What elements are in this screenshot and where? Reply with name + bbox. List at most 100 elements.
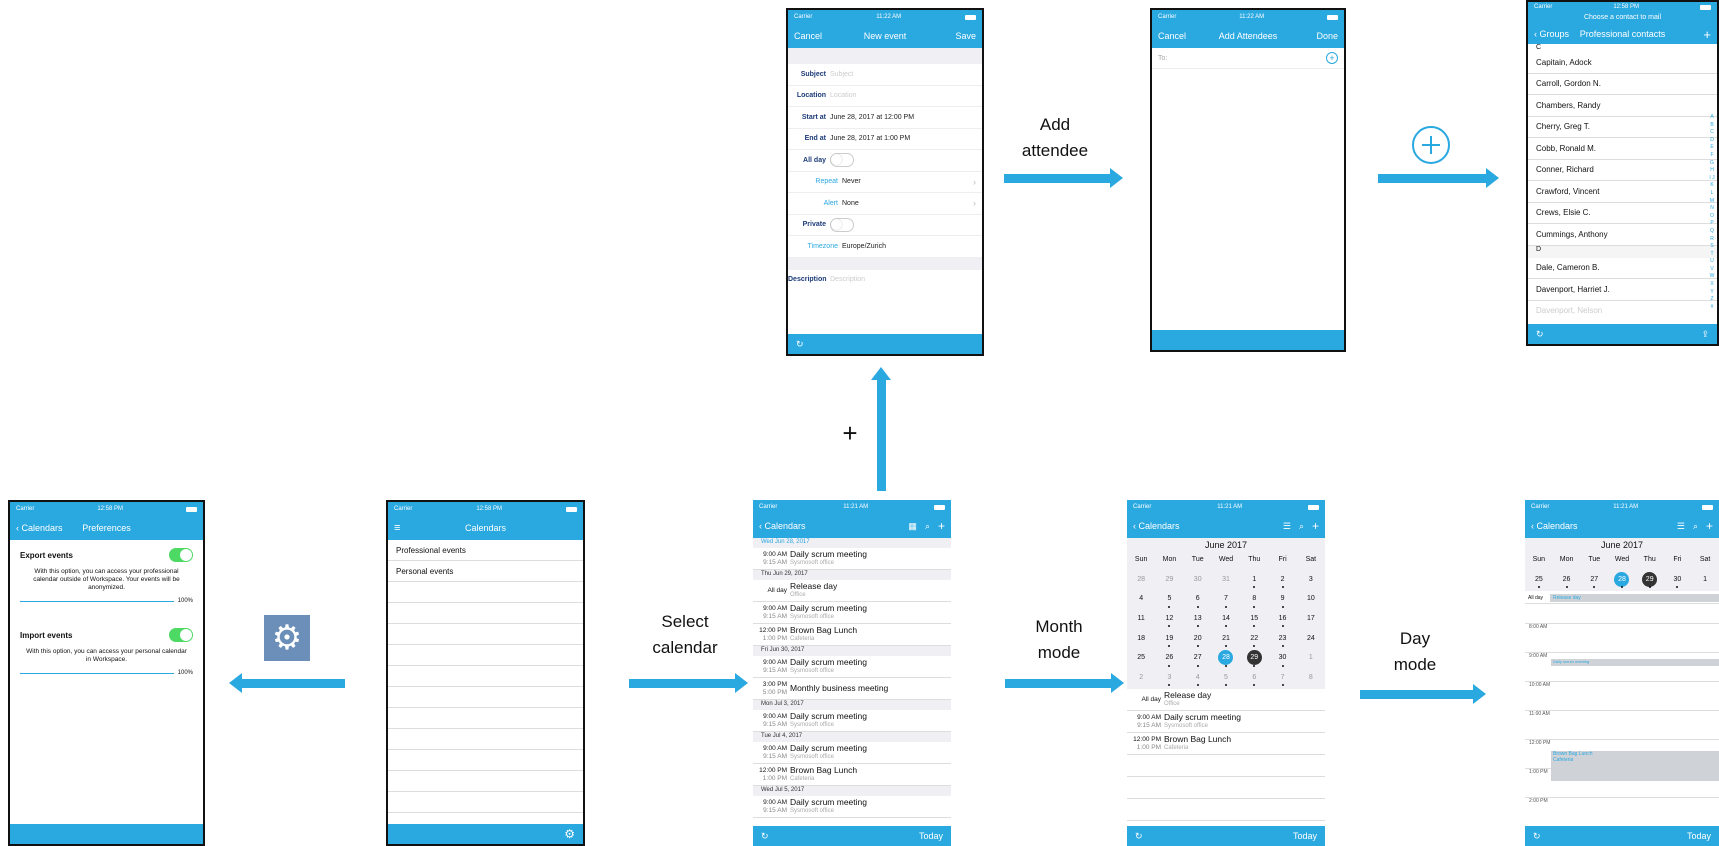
refresh-icon[interactable]: ↻: [761, 831, 769, 841]
day-cell[interactable]: 29: [1636, 570, 1664, 590]
day-cell[interactable]: 8: [1297, 668, 1325, 688]
day-cell[interactable]: 30: [1664, 570, 1692, 590]
save-button[interactable]: Save: [955, 31, 976, 41]
list-icon[interactable]: ☰: [1283, 521, 1291, 531]
day-cell[interactable]: 16: [1268, 609, 1296, 629]
day-cell[interactable]: 1: [1240, 570, 1268, 590]
event-row[interactable]: 9:00 AM 9:15 AM Daily scrum meeting Sysmoso…: [753, 602, 951, 624]
refresh-icon[interactable]: ↻: [796, 339, 804, 349]
day-cell[interactable]: 14: [1212, 609, 1240, 629]
day-cell[interactable]: 6: [1240, 668, 1268, 688]
day-cell[interactable]: 30: [1268, 648, 1296, 668]
list-item[interactable]: Dale, Cameron B.: [1528, 258, 1717, 279]
today-button[interactable]: Today: [1293, 831, 1317, 841]
day-cell[interactable]: 23: [1268, 628, 1296, 648]
event-row[interactable]: 9:00 AM 9:15 AM Daily scrum meeting Sysmoso…: [753, 710, 951, 732]
scrum-event[interactable]: Daily scrum meeting: [1551, 659, 1719, 667]
alert-row[interactable]: Alert None ›: [788, 193, 982, 215]
release-day-event[interactable]: Release day: [1550, 594, 1719, 603]
day-cell[interactable]: 10: [1297, 589, 1325, 609]
day-cell[interactable]: 29: [1240, 648, 1268, 668]
today-button[interactable]: Today: [919, 831, 943, 841]
start-at-field[interactable]: Start at June 28, 2017 at 12:00 PM: [788, 107, 982, 129]
day-cell[interactable]: 27: [1184, 648, 1212, 668]
calendar-icon[interactable]: ▦: [908, 521, 917, 531]
day-cell[interactable]: 8: [1240, 589, 1268, 609]
back-calendars-button[interactable]: ‹ Calendars: [1531, 521, 1578, 531]
event-row[interactable]: 9:00 AM 9:15 AM Daily scrum meeting Sysmoso…: [753, 656, 951, 678]
event-row[interactable]: 9:00 AM 9:15 AM Daily scrum meeting Sysmoso…: [753, 742, 951, 764]
day-cell[interactable]: 26: [1155, 648, 1183, 668]
day-cell[interactable]: 3: [1297, 570, 1325, 590]
day-cell[interactable]: 4: [1184, 668, 1212, 688]
list-item[interactable]: Cummings, Anthony: [1528, 224, 1717, 246]
search-icon[interactable]: ⌕: [1299, 521, 1304, 531]
day-cell[interactable]: 27: [1580, 570, 1608, 590]
refresh-icon[interactable]: ↻: [1536, 329, 1544, 339]
list-item[interactable]: Cherry, Greg T.: [1528, 117, 1717, 138]
description-field[interactable]: Description Description: [788, 270, 982, 297]
day-cell[interactable]: 20: [1184, 628, 1212, 648]
day-cell[interactable]: 26: [1553, 570, 1581, 590]
calendar-item-personal[interactable]: Personal events: [388, 561, 583, 582]
event-row[interactable]: 9:00 AM 9:15 AM Daily scrum meeting Sysmoso…: [753, 796, 951, 818]
list-icon[interactable]: ☰: [1677, 521, 1685, 531]
day-cell[interactable]: 18: [1127, 628, 1155, 648]
event-row[interactable]: All day Release day Office: [1127, 689, 1325, 712]
day-cell[interactable]: 30: [1184, 570, 1212, 590]
list-item[interactable]: Crawford, Vincent: [1528, 181, 1717, 203]
day-cell[interactable]: 2: [1127, 668, 1155, 688]
day-cell[interactable]: 25: [1525, 570, 1553, 590]
back-groups-button[interactable]: ‹ Groups: [1534, 29, 1569, 39]
day-cell[interactable]: 5: [1212, 668, 1240, 688]
list-item[interactable]: Conner, Richard: [1528, 160, 1717, 181]
day-cell[interactable]: 28: [1608, 570, 1636, 590]
event-row[interactable]: 9:00 AM 9:15 AM Daily scrum meeting Sysmoso…: [1127, 711, 1325, 734]
event-row[interactable]: 9:00 AM 9:15 AM Daily scrum meeting Sysmoso…: [753, 548, 951, 570]
location-field[interactable]: Location Location: [788, 86, 982, 107]
day-cell[interactable]: 6: [1184, 589, 1212, 609]
search-icon[interactable]: ⌕: [1693, 521, 1698, 531]
day-cell[interactable]: 7: [1268, 668, 1296, 688]
day-cell[interactable]: 3: [1155, 668, 1183, 688]
list-item[interactable]: Capitain, Adock: [1528, 52, 1717, 74]
plus-icon[interactable]: +: [1703, 28, 1711, 41]
back-calendars-button[interactable]: ‹ Calendars: [1133, 521, 1180, 531]
day-cell[interactable]: 22: [1240, 628, 1268, 648]
day-cell[interactable]: 5: [1155, 589, 1183, 609]
day-cell[interactable]: 1: [1691, 570, 1719, 590]
end-at-field[interactable]: End at June 28, 2017 at 1:00 PM: [788, 129, 982, 150]
repeat-row[interactable]: Repeat Never ›: [788, 172, 982, 193]
today-button[interactable]: Today: [1687, 831, 1711, 841]
day-cell[interactable]: 21: [1212, 628, 1240, 648]
day-cell[interactable]: 29: [1155, 570, 1183, 590]
cancel-button[interactable]: Cancel: [794, 31, 822, 41]
back-calendars-button[interactable]: ‹ Calendars: [16, 523, 63, 533]
day-cell[interactable]: 17: [1297, 609, 1325, 629]
done-button[interactable]: Done: [1316, 31, 1338, 41]
list-item[interactable]: Chambers, Randy: [1528, 95, 1717, 117]
event-row[interactable]: 12:00 PM 1:00 PM Brown Bag Lunch Cafeteria: [753, 764, 951, 786]
refresh-icon[interactable]: ↻: [1533, 831, 1541, 841]
lunch-event[interactable]: Brown Bag Lunch Cafeteria: [1551, 751, 1719, 782]
all-day-toggle[interactable]: [830, 153, 854, 168]
add-contact-icon[interactable]: +: [1326, 52, 1338, 64]
plus-icon[interactable]: +: [1706, 520, 1713, 532]
day-cell[interactable]: 7: [1212, 589, 1240, 609]
list-item[interactable]: Davenport, Nelson: [1528, 301, 1717, 322]
day-cell[interactable]: 15: [1240, 609, 1268, 629]
event-row[interactable]: 12:00 PM 1:00 PM Brown Bag Lunch Cafeteria: [1127, 733, 1325, 756]
day-cell[interactable]: 12: [1155, 609, 1183, 629]
plus-icon[interactable]: +: [938, 520, 945, 532]
gear-icon[interactable]: ⚙: [564, 828, 575, 840]
back-calendars-button[interactable]: ‹ Calendars: [759, 521, 806, 531]
event-row[interactable]: 12:00 PM 1:00 PM Brown Bag Lunch Cafeteria: [753, 624, 951, 646]
day-cell[interactable]: 11: [1127, 609, 1155, 629]
share-icon[interactable]: ⇪: [1701, 329, 1709, 339]
refresh-icon[interactable]: ↻: [1135, 831, 1143, 841]
to-field[interactable]: To: +: [1152, 48, 1344, 69]
day-cell[interactable]: 28: [1127, 570, 1155, 590]
search-icon[interactable]: ⌕: [925, 521, 930, 531]
day-cell[interactable]: 28: [1212, 648, 1240, 668]
day-cell[interactable]: 24: [1297, 628, 1325, 648]
